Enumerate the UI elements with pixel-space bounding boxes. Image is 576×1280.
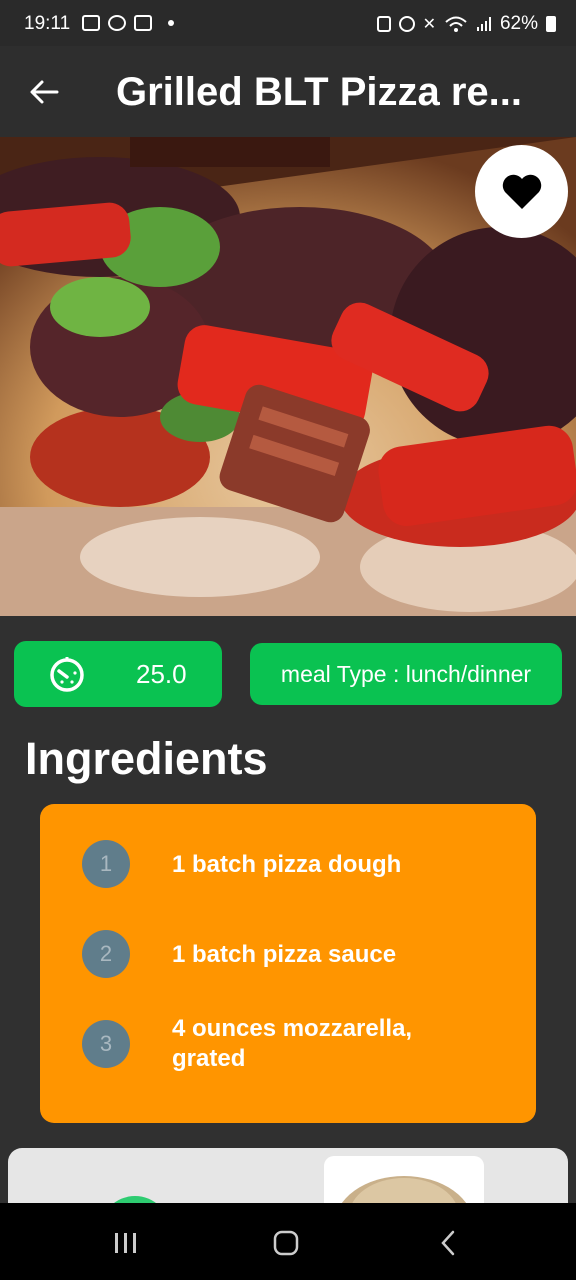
status-time: 19:11 — [24, 13, 71, 34]
status-bar: 19:11 ✕ 62% — [0, 0, 576, 46]
reddit-icon — [108, 15, 126, 31]
favorite-button[interactable] — [475, 145, 568, 238]
back-nav-button[interactable] — [418, 1221, 478, 1265]
cook-time-value: 25.0 — [136, 659, 187, 689]
ingredient-text: 4 ounces mozzarella, grated — [172, 1015, 413, 1072]
recent-apps-button[interactable] — [96, 1221, 156, 1265]
cook-time-chip: 25.0 — [14, 641, 222, 707]
ingredient-text: 1 batch pizza dough — [172, 851, 402, 878]
heart-icon — [502, 174, 541, 209]
home-button[interactable] — [256, 1221, 316, 1265]
ingredient-text: 1 batch pizza sauce — [172, 941, 397, 968]
mute-icon: ✕ — [422, 16, 436, 33]
back-button[interactable] — [20, 68, 68, 116]
notification-icons — [82, 15, 174, 31]
arrow-back-icon — [30, 80, 59, 104]
battery-percent: 62% — [499, 13, 538, 34]
lock-icon — [376, 16, 391, 32]
ingredients-heading: Ingredients — [25, 733, 268, 784]
ingredient-number: 1 — [82, 840, 130, 888]
recents-icon — [115, 1233, 136, 1253]
system-icons: ✕ 62% — [376, 13, 556, 35]
wifi-icon — [445, 16, 467, 32]
gallery-icon — [82, 15, 100, 31]
page-title: Grilled BLT Pizza re... — [116, 70, 523, 114]
system-nav-bar — [0, 1203, 576, 1280]
timer-icon — [50, 657, 84, 692]
home-icon — [273, 1230, 299, 1256]
alarm-icon — [398, 16, 415, 32]
app-bar: Grilled BLT Pizza re... — [0, 46, 576, 137]
meal-type-chip: meal Type : lunch/dinner — [250, 643, 562, 705]
signal-icon — [476, 17, 491, 31]
more-notifications-icon — [168, 20, 174, 26]
app-notification-icon — [134, 15, 152, 31]
chevron-left-icon — [441, 1230, 455, 1256]
ingredient-number: 3 — [82, 1020, 130, 1068]
ingredient-number: 2 — [82, 930, 130, 978]
battery-icon — [546, 16, 556, 32]
ingredients-card: 1 1 batch pizza dough 2 1 batch pizza sa… — [40, 804, 536, 1123]
